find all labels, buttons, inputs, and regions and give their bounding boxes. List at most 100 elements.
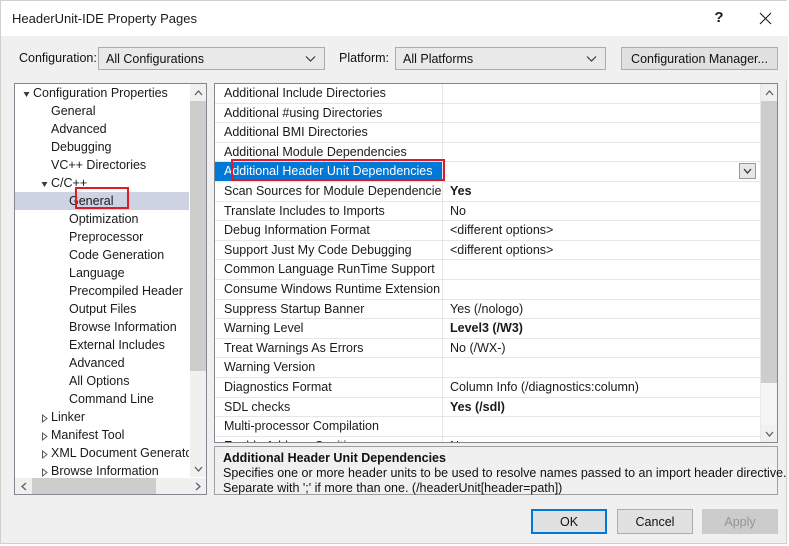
property-row[interactable]: Scan Sources for Module Dependencies Yes	[215, 181, 760, 202]
scroll-left-icon[interactable]	[15, 478, 32, 494]
property-row[interactable]: Warning Level Level3 (/W3)	[215, 319, 760, 339]
tree-item[interactable]: C/C++	[15, 174, 190, 192]
configuration-manager-button[interactable]: Configuration Manager...	[621, 47, 778, 70]
scroll-up-icon[interactable]	[190, 84, 206, 101]
close-button[interactable]	[742, 1, 788, 36]
configuration-tree-panel: Configuration Properties General Advanced D…	[14, 83, 207, 495]
property-value[interactable]	[443, 280, 760, 299]
property-row[interactable]: Warning Version	[215, 358, 760, 378]
scroll-down-icon[interactable]	[761, 425, 777, 442]
tree-item[interactable]: General	[15, 102, 190, 120]
property-value[interactable]	[443, 417, 760, 436]
tree-item-label: Precompiled Header	[69, 284, 183, 298]
tree-horizontal-scrollbar[interactable]	[15, 477, 206, 494]
property-value[interactable]	[443, 143, 760, 162]
property-name: Additional Header Unit Dependencies	[215, 162, 443, 181]
property-row[interactable]: Treat Warnings As Errors No (/WX-)	[215, 338, 760, 359]
twisty-expanded-icon[interactable]	[19, 85, 33, 102]
twisty-collapsed-icon[interactable]	[37, 427, 51, 444]
tree-item-label: General	[69, 194, 114, 208]
property-value[interactable]: Yes (/nologo)	[443, 300, 760, 319]
property-row[interactable]: Additional Module Dependencies	[215, 142, 760, 163]
tree-item[interactable]: Linker	[15, 408, 190, 426]
property-dropdown-button[interactable]	[739, 163, 756, 180]
configuration-combobox-value: All Configurations	[106, 51, 204, 66]
help-button[interactable]: ?	[696, 1, 742, 36]
property-value[interactable]: No	[443, 202, 760, 221]
description-panel: Additional Header Unit Dependencies Spec…	[214, 446, 787, 495]
property-value[interactable]	[443, 260, 760, 279]
tree-item[interactable]: Manifest Tool	[15, 426, 190, 444]
tree-item[interactable]: Command Line	[15, 390, 190, 408]
property-value[interactable]: Yes	[443, 182, 760, 201]
grid-scrollbar-thumb[interactable]	[761, 101, 777, 383]
property-value[interactable]	[443, 84, 760, 103]
property-value[interactable]: No (/WX-)	[443, 339, 760, 358]
property-row[interactable]: SDL checks Yes (/sdl)	[215, 397, 760, 418]
tree-item[interactable]: Advanced	[15, 120, 190, 138]
cancel-button[interactable]: Cancel	[617, 509, 693, 534]
scroll-right-icon[interactable]	[189, 478, 206, 494]
tree-item[interactable]: Browse Information	[15, 318, 190, 336]
tree-item[interactable]: All Options	[15, 372, 190, 390]
scroll-up-icon[interactable]	[761, 84, 777, 101]
tree-vertical-scrollbar[interactable]	[189, 84, 206, 477]
tree-item[interactable]: Preprocessor	[15, 228, 190, 246]
tree-item[interactable]: Browse Information	[15, 462, 190, 477]
property-row[interactable]: Additional Include Directories	[215, 84, 760, 104]
property-value[interactable]: <different options>	[443, 241, 760, 260]
chevron-down-icon	[586, 55, 597, 62]
tree-item[interactable]: Code Generation	[15, 246, 190, 264]
tree-item[interactable]: XML Document Generator	[15, 444, 190, 462]
property-row[interactable]: Additional BMI Directories	[215, 123, 760, 143]
tree-item[interactable]: Advanced	[15, 354, 190, 372]
grid-vertical-scrollbar[interactable]	[760, 84, 777, 442]
tree-item[interactable]: Output Files	[15, 300, 190, 318]
tree-item[interactable]: Debugging	[15, 138, 190, 156]
property-row[interactable]: Suppress Startup Banner Yes (/nologo)	[215, 299, 760, 320]
property-value[interactable]: Level3 (/W3)	[443, 319, 760, 338]
property-row[interactable]: Additional #using Directories	[215, 103, 760, 124]
scroll-down-icon[interactable]	[190, 460, 206, 477]
tree-item[interactable]: VC++ Directories	[15, 156, 190, 174]
ok-button[interactable]: OK	[531, 509, 607, 534]
property-value[interactable]: Yes (/sdl)	[443, 398, 760, 417]
tree-item-label: Advanced	[51, 122, 107, 136]
tree-scrollbar-thumb[interactable]	[190, 101, 206, 371]
tree-item-label: Optimization	[69, 212, 139, 226]
property-value[interactable]: No	[443, 437, 760, 442]
tree-item[interactable]: External Includes	[15, 336, 190, 354]
property-row[interactable]: Common Language RunTime Support	[215, 260, 760, 280]
twisty-expanded-icon[interactable]	[37, 175, 51, 192]
property-row[interactable]: Multi-processor Compilation	[215, 417, 760, 437]
tree-hscrollbar-thumb[interactable]	[32, 478, 156, 494]
description-line-2: Separate with ';' if more than one. (/he…	[223, 481, 563, 495]
property-row[interactable]: Enable Address SanitizerNo	[215, 436, 760, 442]
property-value[interactable]: Column Info (/diagnostics:column)	[443, 378, 760, 397]
property-value[interactable]	[443, 104, 760, 123]
tree-item-label: External Includes	[69, 338, 165, 352]
property-row[interactable]: Support Just My Code Debugging <different…	[215, 240, 760, 261]
tree-item-label: All Options	[69, 374, 130, 388]
tree-item[interactable]: Precompiled Header	[15, 282, 190, 300]
twisty-collapsed-icon[interactable]	[37, 409, 51, 426]
property-row[interactable]: Additional Header Unit Dependencies	[215, 162, 760, 182]
tree-item[interactable]: Language	[15, 264, 190, 282]
configuration-combobox[interactable]: All Configurations	[98, 47, 325, 70]
twisty-collapsed-icon[interactable]	[37, 445, 51, 462]
property-value[interactable]	[443, 358, 760, 377]
property-value[interactable]	[443, 123, 760, 142]
property-value[interactable]: <different options>	[443, 221, 760, 240]
tree-item[interactable]: Optimization	[15, 210, 190, 228]
property-row[interactable]: Diagnostics Format Column Info (/diagnost…	[215, 377, 760, 398]
platform-combobox[interactable]: All Platforms	[395, 47, 606, 70]
property-value[interactable]	[443, 162, 760, 181]
twisty-collapsed-icon[interactable]	[37, 463, 51, 477]
tree-item[interactable]: General	[15, 192, 190, 210]
configuration-tree[interactable]: Configuration Properties General Advanced D…	[15, 84, 190, 477]
property-row[interactable]: Consume Windows Runtime Extension	[215, 279, 760, 300]
property-grid[interactable]: Additional Include Directories Additional…	[215, 84, 760, 442]
property-row[interactable]: Translate Includes to Imports No	[215, 201, 760, 222]
property-row[interactable]: Debug Information Format <different optio…	[215, 221, 760, 241]
tree-item[interactable]: Configuration Properties	[15, 84, 190, 102]
